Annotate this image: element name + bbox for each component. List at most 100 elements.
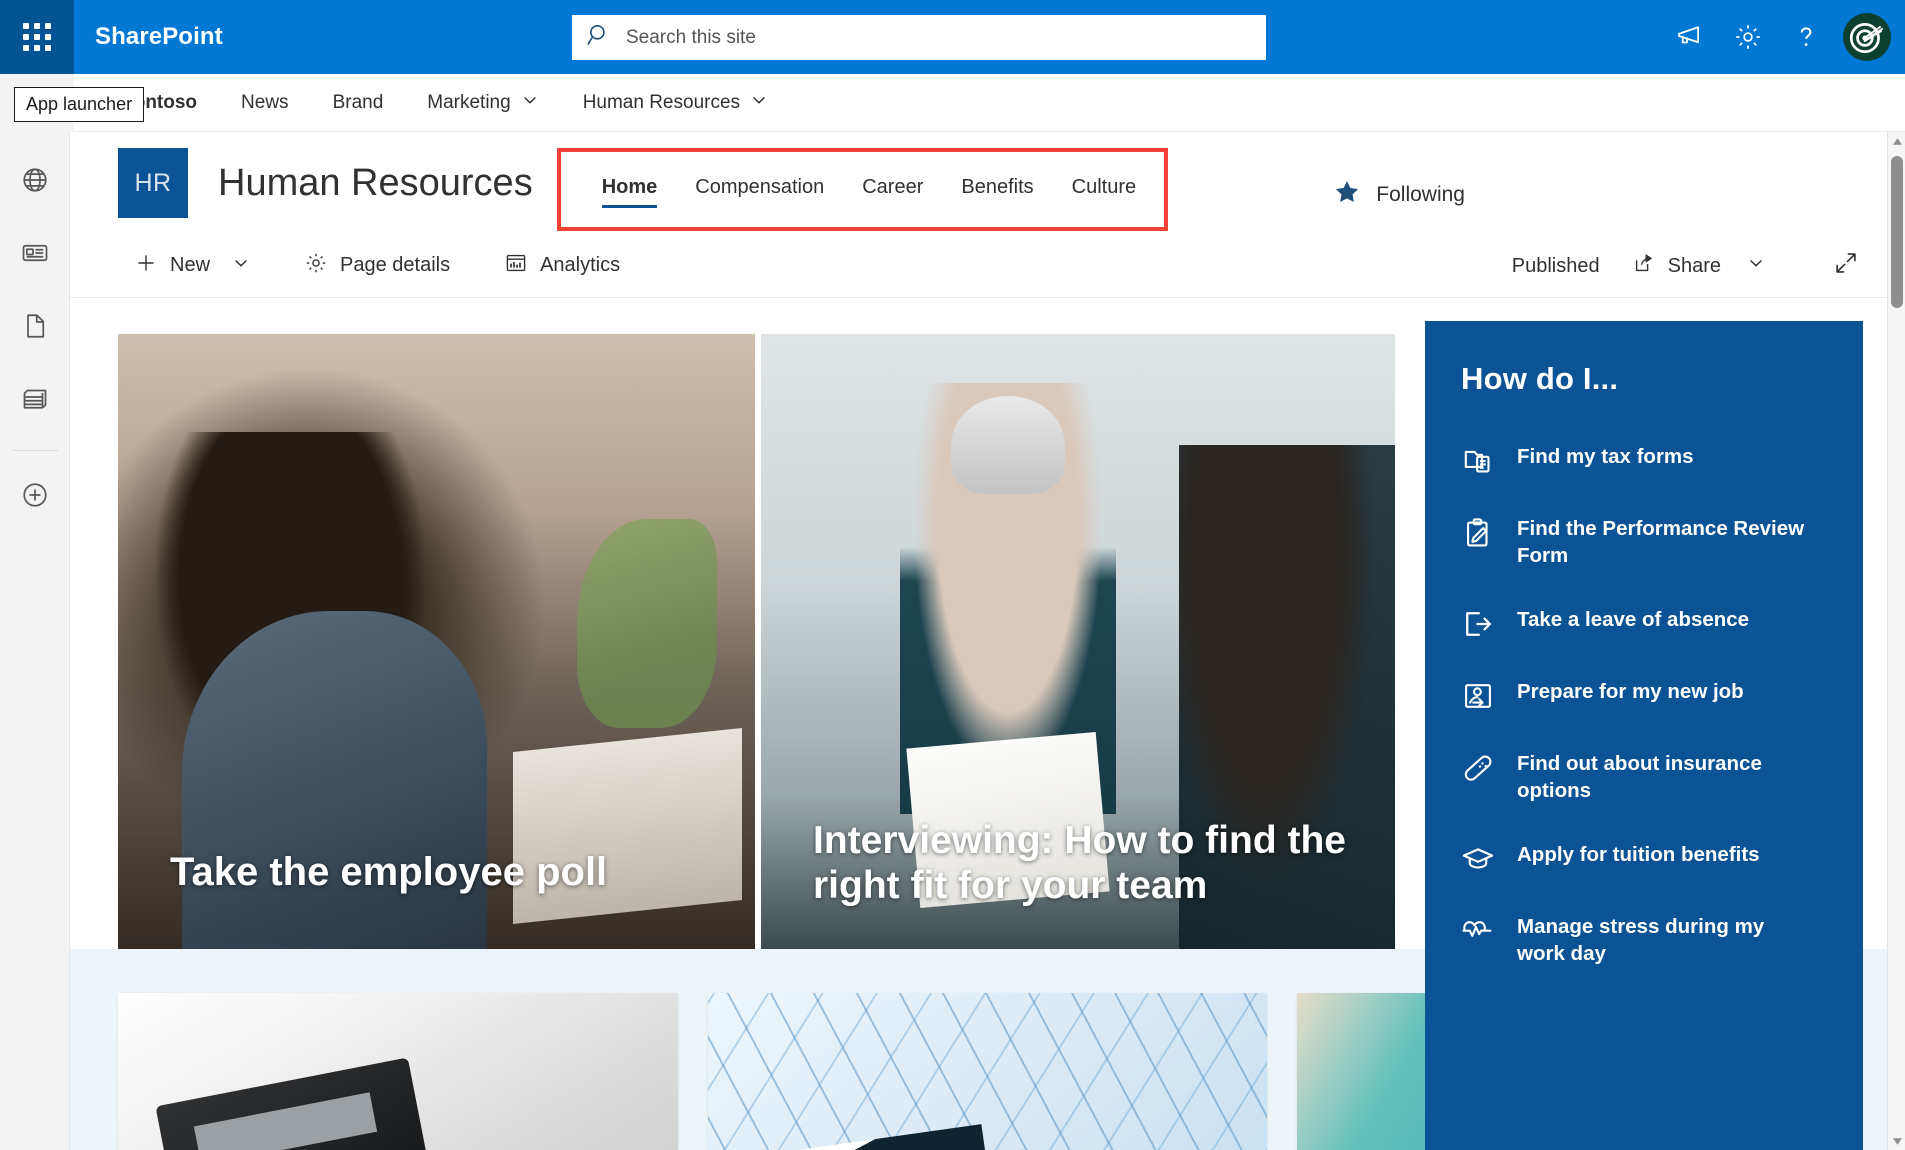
page-title: Human Resources	[218, 161, 533, 204]
how-do-i-item-tax-forms[interactable]: Find my tax forms	[1461, 443, 1827, 478]
site-nav-item-career[interactable]: Career	[843, 176, 942, 208]
user-avatar[interactable]	[1843, 13, 1891, 61]
plus-icon	[134, 251, 158, 281]
command-bar-right: Published Share	[1512, 234, 1875, 298]
app-launcher-tooltip: App launcher	[14, 87, 145, 122]
analytics-label: Analytics	[540, 254, 621, 276]
chart-icon	[504, 251, 528, 281]
scroll-down-arrow-icon[interactable]	[1888, 1132, 1905, 1150]
how-do-i-item-tuition[interactable]: Apply for tuition benefits	[1461, 841, 1827, 876]
scroll-up-arrow-icon[interactable]	[1888, 132, 1905, 150]
how-do-i-label: Apply for tuition benefits	[1517, 843, 1760, 867]
how-do-i-item-leave-of-absence[interactable]: Take a leave of absence	[1461, 606, 1827, 641]
list-icon[interactable]	[9, 373, 61, 425]
new-job-icon	[1461, 679, 1495, 713]
hub-nav-label: Human Resources	[582, 91, 741, 113]
hub-nav-label: News	[241, 91, 289, 113]
chevron-down-icon	[1747, 254, 1765, 278]
hero-caption: Interviewing: How to find the right fit …	[813, 819, 1346, 908]
how-do-i-label: Prepare for my new job	[1517, 680, 1744, 704]
new-button[interactable]: New	[118, 241, 266, 291]
hero-image-person	[951, 395, 1066, 494]
following-button[interactable]: Following	[1333, 178, 1465, 211]
chevron-down-icon	[232, 254, 250, 278]
search-box[interactable]	[572, 15, 1266, 60]
rail-divider	[11, 450, 58, 451]
hub-nav-item-marketing[interactable]: Marketing	[405, 74, 560, 132]
suite-actions	[1661, 0, 1905, 74]
chevron-down-icon	[750, 91, 768, 115]
chevron-down-icon	[521, 91, 539, 115]
globe-icon[interactable]	[9, 154, 61, 206]
gear-icon[interactable]	[1719, 8, 1777, 66]
left-rail	[0, 132, 70, 1150]
hub-navigation: Contoso News Brand Marketing Human Resou…	[0, 73, 1905, 132]
how-do-i-item-insurance[interactable]: Find out about insurance options	[1461, 750, 1827, 804]
site-nav-label: Culture	[1071, 176, 1137, 198]
site-nav-item-culture[interactable]: Culture	[1053, 176, 1155, 208]
site-nav-label: Compensation	[695, 176, 825, 198]
hub-nav-item-news[interactable]: News	[219, 74, 311, 132]
graduation-cap-icon	[1461, 842, 1495, 876]
how-do-i-label: Find out about insurance options	[1517, 752, 1762, 803]
share-label: Share	[1667, 254, 1721, 277]
how-do-i-item-performance-review[interactable]: Find the Performance Review Form	[1461, 515, 1827, 569]
site-logo: HR	[118, 148, 188, 218]
card-blueprint[interactable]	[707, 993, 1268, 1150]
gear-icon	[304, 251, 328, 281]
card-image	[707, 993, 1268, 1150]
bandage-icon	[1461, 751, 1495, 785]
share-button[interactable]: Share	[1616, 241, 1781, 291]
app-launcher-icon	[23, 23, 51, 51]
hero-image-plant	[576, 518, 717, 728]
expand-button[interactable]	[1817, 241, 1875, 291]
page-scrollbar[interactable]	[1887, 132, 1905, 1150]
hub-nav-label: Brand	[332, 91, 384, 113]
site-nav-item-home[interactable]: Home	[583, 176, 677, 208]
card-image	[118, 993, 678, 1150]
sign-out-icon	[1461, 607, 1495, 641]
search-input[interactable]	[626, 26, 1252, 49]
star-icon	[1333, 178, 1361, 211]
how-do-i-item-manage-stress[interactable]: Manage stress during my work day	[1461, 913, 1827, 967]
status-badge: Published	[1511, 254, 1600, 277]
search-icon	[586, 22, 612, 53]
share-icon	[1632, 251, 1656, 281]
how-do-i-webpart: How do I... Find my tax forms Find the P…	[1425, 321, 1863, 1150]
site-navigation: Home Compensation Career Benefits Cultur…	[583, 152, 1155, 214]
site-nav-label: Career	[862, 176, 924, 198]
new-label: New	[170, 254, 211, 276]
suite-brand[interactable]: SharePoint	[95, 23, 223, 51]
hub-nav-item-human-resources[interactable]: Human Resources	[561, 74, 790, 132]
how-do-i-title: How do I...	[1461, 361, 1619, 396]
megaphone-icon[interactable]	[1661, 8, 1719, 66]
hero-caption: Take the employee poll	[170, 850, 608, 894]
how-do-i-label: Take a leave of absence	[1517, 608, 1750, 632]
expand-icon	[1833, 250, 1859, 282]
hub-nav-items: Contoso News Brand Marketing Human Resou…	[74, 74, 790, 132]
command-bar: New Page details Analytics Published Sha…	[70, 234, 1905, 298]
add-icon[interactable]	[9, 469, 61, 521]
site-nav-item-compensation[interactable]: Compensation	[676, 176, 843, 208]
how-do-i-item-new-job[interactable]: Prepare for my new job	[1461, 678, 1827, 713]
site-nav-label: Home	[601, 176, 658, 198]
hub-nav-item-brand[interactable]: Brand	[311, 74, 406, 132]
hero-tile-interviewing[interactable]: Interviewing: How to find the right fit …	[761, 334, 1395, 949]
page-icon[interactable]	[9, 300, 61, 352]
app-launcher-button[interactable]	[0, 0, 74, 74]
analytics-button[interactable]: Analytics	[488, 241, 636, 291]
news-icon[interactable]	[9, 227, 61, 279]
hero-tile-employee-poll[interactable]: Take the employee poll	[118, 334, 755, 949]
card-calculator[interactable]	[118, 993, 678, 1150]
sharepoint-page: SharePoint Search this site Contoso News…	[0, 0, 1905, 1150]
help-icon[interactable]	[1777, 8, 1835, 66]
site-nav-item-benefits[interactable]: Benefits	[942, 176, 1052, 208]
heartbeat-icon	[1461, 914, 1495, 948]
clipboard-edit-icon	[1461, 516, 1495, 550]
how-do-i-label: Manage stress during my work day	[1517, 915, 1765, 966]
page-details-label: Page details	[340, 254, 451, 276]
site-nav-label: Benefits	[961, 176, 1034, 198]
page-details-button[interactable]: Page details	[288, 241, 466, 291]
tax-forms-icon	[1461, 444, 1495, 478]
scrollbar-thumb[interactable]	[1891, 156, 1903, 308]
